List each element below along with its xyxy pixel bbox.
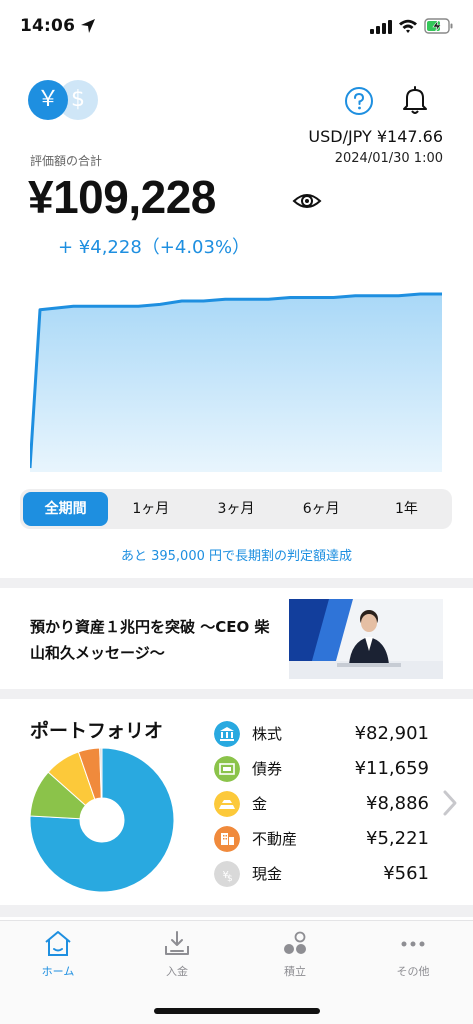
home-icon xyxy=(45,931,71,956)
asset-name: 現金 xyxy=(252,865,283,883)
period-tabs: 全期間 1ヶ月 3ヶ月 6ヶ月 1年 xyxy=(20,489,452,529)
long-term-discount-message[interactable]: あと 395,000 円で長期割の判定額達成 xyxy=(0,545,473,564)
total-value: ¥109,228 xyxy=(28,171,216,223)
chart-area xyxy=(30,294,442,472)
portfolio-title: ポートフォリオ xyxy=(30,720,164,742)
period-tab-3m[interactable]: 3ヶ月 xyxy=(193,492,278,526)
tab-label: 積立 xyxy=(284,965,306,978)
tab-label: 入金 xyxy=(166,965,188,978)
bell-icon[interactable] xyxy=(400,84,430,116)
deposit-icon xyxy=(165,931,189,955)
bank-icon xyxy=(214,720,240,747)
bond-icon xyxy=(214,755,240,782)
battery-charging-icon xyxy=(424,18,453,34)
yen-currency-icon[interactable]: ￥ xyxy=(28,80,68,120)
total-label: 評価額の合計 xyxy=(30,154,103,168)
help-icon[interactable] xyxy=(344,86,374,116)
dots-icon xyxy=(284,931,306,954)
period-tab-1y[interactable]: 1年 xyxy=(364,492,449,526)
tab-home[interactable]: ホーム xyxy=(18,929,98,979)
portfolio-donut-chart[interactable] xyxy=(28,746,176,894)
asset-name: 金 xyxy=(252,795,268,813)
status-time: 14:06 xyxy=(20,16,76,36)
period-tab-1m[interactable]: 1ヶ月 xyxy=(108,492,193,526)
tab-more[interactable]: その他 xyxy=(373,929,453,979)
asset-value: ¥8,886 xyxy=(366,793,429,814)
news-title[interactable]: 預かり資産１兆円を突破 〜CEO 柴 山和久メッセージ〜 xyxy=(30,614,280,666)
news-title-line1: 預かり資産１兆円を突破 〜CEO 柴 xyxy=(30,618,270,636)
asset-name: 債券 xyxy=(252,760,283,778)
home-indicator xyxy=(154,1008,320,1014)
section-divider xyxy=(0,905,473,917)
chevron-right-icon[interactable] xyxy=(440,788,460,818)
wifi-icon xyxy=(399,19,417,33)
section-divider xyxy=(0,689,473,699)
asset-name: 不動産 xyxy=(252,830,298,848)
more-icon xyxy=(401,941,425,947)
news-title-line2: 山和久メッセージ〜 xyxy=(30,644,165,662)
asset-row-real-estate[interactable]: 不動産 ¥5,221 xyxy=(214,821,429,856)
asset-row-gold[interactable]: 金 ¥8,886 xyxy=(214,786,429,821)
currency-toggle[interactable]: $ ￥ xyxy=(28,78,104,122)
asset-list: 株式 ¥82,901 債券 ¥11,659 金 ¥8,886 不動産 ¥5,22 xyxy=(214,716,429,891)
asset-name: 株式 xyxy=(252,725,283,743)
tab-label: ホーム xyxy=(41,965,75,978)
fx-timestamp: 2024/01/30 1:00 xyxy=(334,151,443,166)
asset-value: ¥82,901 xyxy=(354,723,429,744)
asset-value: ¥11,659 xyxy=(354,758,429,779)
gain-value: + ¥4,228（+4.03%） xyxy=(58,237,251,258)
signal-icon xyxy=(370,20,392,34)
location-arrow-icon xyxy=(81,19,95,33)
performance-chart[interactable] xyxy=(30,280,442,472)
asset-row-stocks[interactable]: 株式 ¥82,901 xyxy=(214,716,429,751)
section-divider xyxy=(0,578,473,588)
period-tab-6m[interactable]: 6ヶ月 xyxy=(279,492,364,526)
svg-text:$: $ xyxy=(227,874,233,884)
news-ceo-image[interactable] xyxy=(289,599,443,679)
tab-recurring[interactable]: 積立 xyxy=(255,929,335,979)
asset-value: ¥561 xyxy=(383,863,429,884)
fx-rate: USD/JPY ¥147.66 xyxy=(308,127,443,146)
asset-value: ¥5,221 xyxy=(366,828,429,849)
asset-row-bonds[interactable]: 債券 ¥11,659 xyxy=(214,751,429,786)
tab-label: その他 xyxy=(396,965,430,978)
cash-icon: ¥ $ xyxy=(214,860,240,887)
asset-row-cash[interactable]: ¥ $ 現金 ¥561 xyxy=(214,856,429,891)
tab-deposit[interactable]: 入金 xyxy=(137,929,217,979)
eye-icon[interactable] xyxy=(292,190,322,212)
period-tab-all[interactable]: 全期間 xyxy=(23,492,109,526)
gold-bar-icon xyxy=(214,790,240,817)
building-icon xyxy=(214,825,240,852)
status-bar: 14:06 xyxy=(0,0,473,58)
